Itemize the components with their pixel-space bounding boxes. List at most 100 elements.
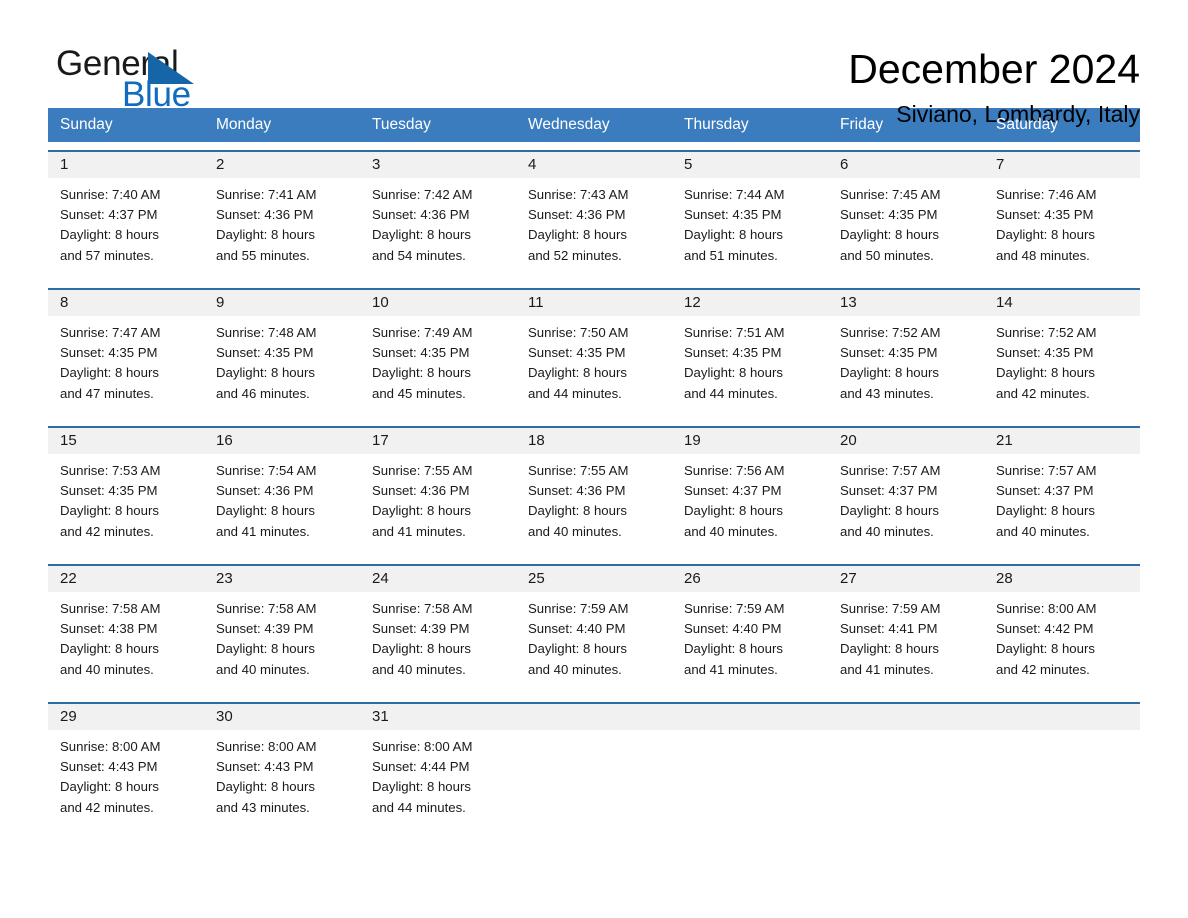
day-number[interactable]: 21: [984, 428, 1140, 454]
day-number[interactable]: 24: [360, 566, 516, 592]
day-cell[interactable]: Sunrise: 7:43 AM Sunset: 4:36 PM Dayligh…: [516, 178, 672, 280]
day-cell[interactable]: Sunrise: 7:40 AM Sunset: 4:37 PM Dayligh…: [48, 178, 204, 280]
day-cell[interactable]: Sunrise: 7:41 AM Sunset: 4:36 PM Dayligh…: [204, 178, 360, 280]
day-number[interactable]: 19: [672, 428, 828, 454]
day-cell[interactable]: Sunrise: 7:58 AM Sunset: 4:38 PM Dayligh…: [48, 592, 204, 694]
day-cell[interactable]: Sunrise: 7:55 AM Sunset: 4:36 PM Dayligh…: [516, 454, 672, 556]
day-cell[interactable]: Sunrise: 7:53 AM Sunset: 4:35 PM Dayligh…: [48, 454, 204, 556]
day-cell[interactable]: Sunrise: 7:59 AM Sunset: 4:40 PM Dayligh…: [672, 592, 828, 694]
sunset-text: Sunset: 4:35 PM: [216, 345, 314, 361]
day-number[interactable]: 3: [360, 152, 516, 178]
day-number[interactable]: 29: [48, 704, 204, 730]
day-cell[interactable]: Sunrise: 7:59 AM Sunset: 4:40 PM Dayligh…: [516, 592, 672, 694]
sunrise-text: Sunrise: 7:49 AM: [372, 325, 473, 340]
daylight-text-line1: Daylight: 8 hours: [216, 779, 315, 795]
sunset-text: Sunset: 4:36 PM: [528, 207, 626, 223]
day-cell[interactable]: Sunrise: 7:58 AM Sunset: 4:39 PM Dayligh…: [360, 592, 516, 694]
daylight-text-line1: Daylight: 8 hours: [840, 365, 939, 381]
daylight-text-line2: and 42 minutes.: [60, 799, 154, 815]
daylight-text-line1: Daylight: 8 hours: [996, 365, 1095, 381]
calendar-grid: Sunday Monday Tuesday Wednesday Thursday…: [48, 108, 1140, 832]
sunset-text: Sunset: 4:36 PM: [528, 483, 626, 499]
sunrise-text: Sunrise: 7:59 AM: [528, 601, 629, 616]
calendar-week-row: 29 30 31 Sunrise: 8:00 AM Sunset: 4:43 P…: [48, 702, 1140, 832]
day-cell-empty: [984, 730, 1140, 832]
sunrise-text: Sunrise: 7:52 AM: [996, 325, 1097, 340]
calendar-page: General Blue December 2024 Siviano, Lomb…: [0, 0, 1188, 918]
sunrise-text: Sunrise: 7:57 AM: [840, 463, 941, 478]
sunset-text: Sunset: 4:36 PM: [216, 483, 314, 499]
daylight-text-line1: Daylight: 8 hours: [528, 641, 627, 657]
day-cell[interactable]: Sunrise: 7:54 AM Sunset: 4:36 PM Dayligh…: [204, 454, 360, 556]
day-number[interactable]: 22: [48, 566, 204, 592]
daylight-text-line2: and 46 minutes.: [216, 385, 310, 401]
sunrise-text: Sunrise: 7:58 AM: [372, 601, 473, 616]
day-cell[interactable]: Sunrise: 8:00 AM Sunset: 4:44 PM Dayligh…: [360, 730, 516, 832]
day-cell[interactable]: Sunrise: 7:44 AM Sunset: 4:35 PM Dayligh…: [672, 178, 828, 280]
day-number[interactable]: 6: [828, 152, 984, 178]
day-cell[interactable]: Sunrise: 7:55 AM Sunset: 4:36 PM Dayligh…: [360, 454, 516, 556]
day-number[interactable]: 27: [828, 566, 984, 592]
day-number[interactable]: 20: [828, 428, 984, 454]
sunset-text: Sunset: 4:35 PM: [528, 345, 626, 361]
day-number[interactable]: 28: [984, 566, 1140, 592]
day-cell[interactable]: Sunrise: 7:59 AM Sunset: 4:41 PM Dayligh…: [828, 592, 984, 694]
day-cell[interactable]: Sunrise: 7:52 AM Sunset: 4:35 PM Dayligh…: [984, 316, 1140, 418]
daylight-text-line2: and 40 minutes.: [528, 523, 622, 539]
daylight-text-line1: Daylight: 8 hours: [684, 365, 783, 381]
day-cell[interactable]: Sunrise: 7:46 AM Sunset: 4:35 PM Dayligh…: [984, 178, 1140, 280]
day-number[interactable]: 9: [204, 290, 360, 316]
day-cell[interactable]: Sunrise: 8:00 AM Sunset: 4:42 PM Dayligh…: [984, 592, 1140, 694]
day-number[interactable]: 15: [48, 428, 204, 454]
day-number[interactable]: 26: [672, 566, 828, 592]
day-number[interactable]: 17: [360, 428, 516, 454]
day-number[interactable]: 16: [204, 428, 360, 454]
day-cell[interactable]: Sunrise: 7:47 AM Sunset: 4:35 PM Dayligh…: [48, 316, 204, 418]
day-number[interactable]: 14: [984, 290, 1140, 316]
day-number[interactable]: 4: [516, 152, 672, 178]
day-number[interactable]: 11: [516, 290, 672, 316]
week-daynumber-band: 8 9 10 11 12 13 14: [48, 290, 1140, 316]
sunset-text: Sunset: 4:35 PM: [996, 207, 1094, 223]
day-number[interactable]: 10: [360, 290, 516, 316]
day-cell[interactable]: Sunrise: 7:56 AM Sunset: 4:37 PM Dayligh…: [672, 454, 828, 556]
day-number[interactable]: 13: [828, 290, 984, 316]
day-number[interactable]: 1: [48, 152, 204, 178]
day-number[interactable]: 23: [204, 566, 360, 592]
day-cell[interactable]: Sunrise: 7:57 AM Sunset: 4:37 PM Dayligh…: [828, 454, 984, 556]
day-number[interactable]: 8: [48, 290, 204, 316]
sunset-text: Sunset: 4:36 PM: [372, 207, 470, 223]
day-cell[interactable]: Sunrise: 7:48 AM Sunset: 4:35 PM Dayligh…: [204, 316, 360, 418]
day-number[interactable]: 5: [672, 152, 828, 178]
day-cell[interactable]: Sunrise: 8:00 AM Sunset: 4:43 PM Dayligh…: [204, 730, 360, 832]
brand-name-blue: Blue: [122, 75, 191, 114]
day-cell[interactable]: Sunrise: 7:58 AM Sunset: 4:39 PM Dayligh…: [204, 592, 360, 694]
day-number[interactable]: 25: [516, 566, 672, 592]
sunrise-text: Sunrise: 7:59 AM: [684, 601, 785, 616]
day-cell[interactable]: Sunrise: 7:52 AM Sunset: 4:35 PM Dayligh…: [828, 316, 984, 418]
sunrise-text: Sunrise: 7:43 AM: [528, 187, 629, 202]
daylight-text-line2: and 45 minutes.: [372, 385, 466, 401]
day-number[interactable]: 18: [516, 428, 672, 454]
day-number[interactable]: 12: [672, 290, 828, 316]
day-number[interactable]: 7: [984, 152, 1140, 178]
day-cell[interactable]: Sunrise: 7:50 AM Sunset: 4:35 PM Dayligh…: [516, 316, 672, 418]
day-cell[interactable]: Sunrise: 7:57 AM Sunset: 4:37 PM Dayligh…: [984, 454, 1140, 556]
day-cell[interactable]: Sunrise: 7:49 AM Sunset: 4:35 PM Dayligh…: [360, 316, 516, 418]
sunset-text: Sunset: 4:35 PM: [996, 345, 1094, 361]
sunrise-text: Sunrise: 7:52 AM: [840, 325, 941, 340]
daylight-text-line1: Daylight: 8 hours: [996, 503, 1095, 519]
day-number[interactable]: 30: [204, 704, 360, 730]
week-daynumber-band: 22 23 24 25 26 27 28: [48, 566, 1140, 592]
day-number-empty: [516, 704, 672, 730]
day-cell[interactable]: Sunrise: 8:00 AM Sunset: 4:43 PM Dayligh…: [48, 730, 204, 832]
day-number[interactable]: 2: [204, 152, 360, 178]
day-number-empty: [672, 704, 828, 730]
week-detail-row: Sunrise: 7:47 AM Sunset: 4:35 PM Dayligh…: [48, 316, 1140, 418]
day-number[interactable]: 31: [360, 704, 516, 730]
day-cell[interactable]: Sunrise: 7:42 AM Sunset: 4:36 PM Dayligh…: [360, 178, 516, 280]
page-title: December 2024: [848, 46, 1140, 92]
daylight-text-line1: Daylight: 8 hours: [60, 227, 159, 243]
day-cell[interactable]: Sunrise: 7:51 AM Sunset: 4:35 PM Dayligh…: [672, 316, 828, 418]
day-cell[interactable]: Sunrise: 7:45 AM Sunset: 4:35 PM Dayligh…: [828, 178, 984, 280]
